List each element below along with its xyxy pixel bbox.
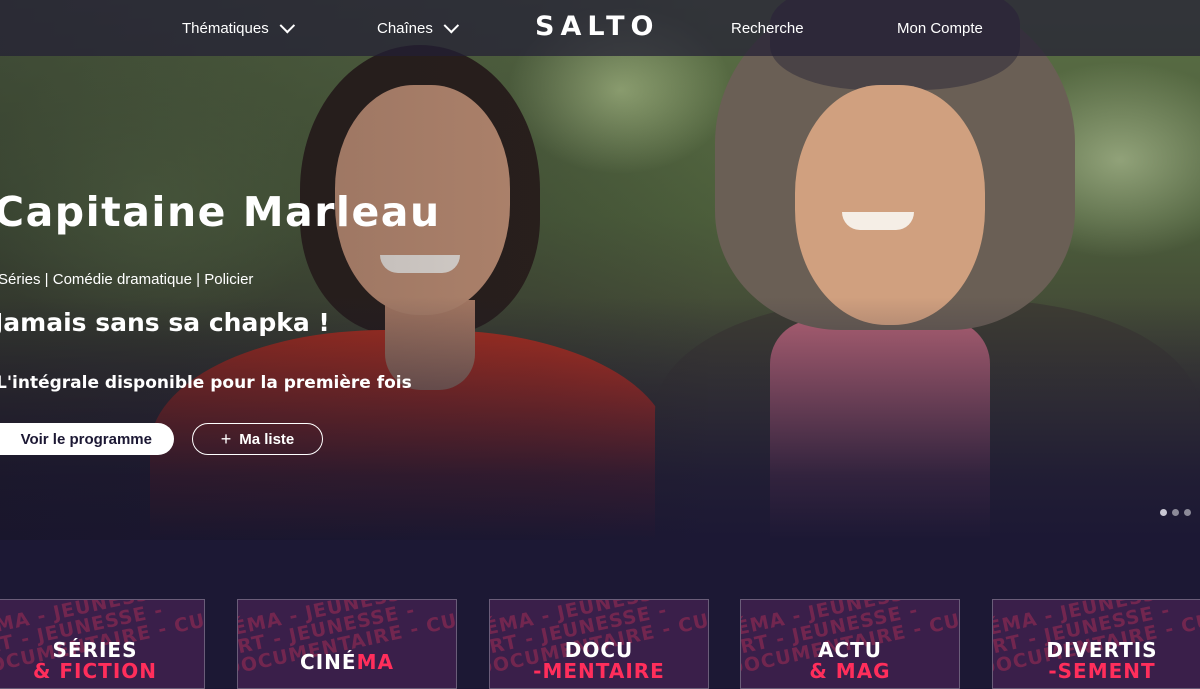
category-tile-divertissement[interactable]: NÉMA - JEUNESSE ORT - JEUNESSE - DOCUMENTA…: [992, 599, 1200, 689]
ma-liste-button[interactable]: + Ma liste: [192, 423, 323, 455]
category-tile-documentaire[interactable]: NÉMA - JEUNESSE ORT - JEUNESSE - DOCUMENTA…: [489, 599, 709, 689]
category-label-line2: -SEMENT: [1048, 659, 1156, 683]
nav-thematiques-label: Thématiques: [182, 19, 269, 37]
carousel-dot[interactable]: [1160, 509, 1167, 516]
hero-tagline: Jamais sans sa chapka !: [0, 308, 330, 337]
hero-genres: Séries | Comédie dramatique | Policier: [0, 271, 254, 288]
voir-le-programme-label: Voir le programme: [20, 430, 152, 448]
voir-le-programme-button[interactable]: Voir le programme: [0, 423, 174, 455]
category-label: CINÉMA: [300, 650, 394, 674]
category-tile-series[interactable]: NÉMA - JEUNESSE ORT - JEUNESSE - DOCUMENTA…: [0, 599, 205, 689]
nav-mon-compte[interactable]: Mon Compte: [897, 0, 983, 56]
nav-chaines-label: Chaînes: [377, 19, 433, 37]
top-navigation: Thématiques Chaînes SALTO Recherche Mon …: [0, 0, 1200, 56]
hero-description: L'intégrale disponible pour la première …: [0, 373, 412, 393]
chevron-down-icon: [443, 17, 459, 33]
category-tile-cinema[interactable]: NÉMA - JEUNESSE ORT - JEUNESSE - DOCUMENTA…: [237, 599, 457, 689]
ma-liste-label: Ma liste: [239, 430, 295, 448]
hero-gradient-overlay: [0, 0, 1200, 540]
carousel-dots: [1160, 509, 1191, 516]
category-label-line2: -MENTAIRE: [533, 659, 665, 683]
salto-logo[interactable]: SALTO: [535, 11, 659, 42]
category-tile-actu[interactable]: NÉMA - JEUNESSE ORT - JEUNESSE - DOCUMENTA…: [740, 599, 960, 689]
category-label-line2: & FICTION: [32, 659, 157, 683]
hero-title: Capitaine Marleau: [0, 188, 441, 236]
chevron-down-icon: [279, 17, 295, 33]
nav-chaines[interactable]: Chaînes: [377, 0, 459, 56]
carousel-dot[interactable]: [1184, 509, 1191, 516]
nav-recherche[interactable]: Recherche: [731, 0, 804, 56]
nav-thematiques[interactable]: Thématiques: [182, 0, 295, 56]
plus-icon: +: [220, 429, 232, 449]
category-label-line2: & MAG: [809, 659, 891, 683]
carousel-dot[interactable]: [1172, 509, 1179, 516]
